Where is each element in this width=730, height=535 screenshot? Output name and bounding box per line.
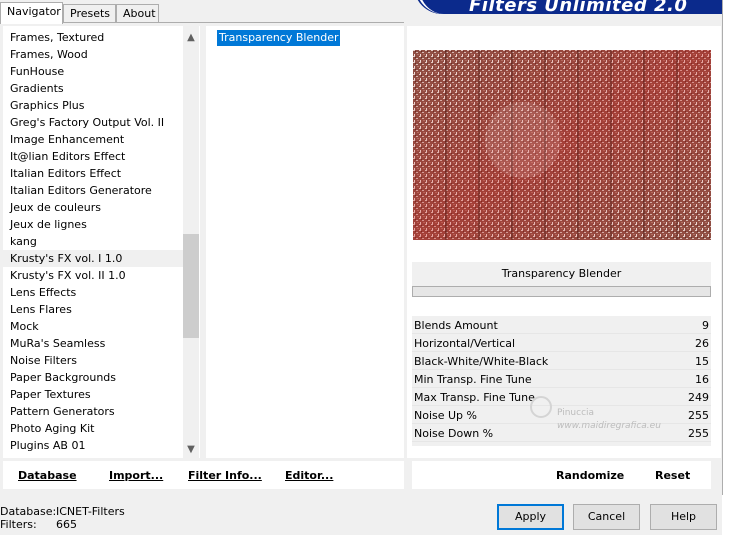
filter-item-selected[interactable]: Transparency Blender <box>217 30 341 46</box>
category-item[interactable]: Italian Editors Effect <box>3 165 183 182</box>
import-button[interactable]: Import... <box>109 469 163 482</box>
parameter-label: Noise Up % <box>414 409 477 422</box>
category-item[interactable]: Mock <box>3 318 183 335</box>
scroll-up-icon[interactable]: ▲ <box>183 29 199 46</box>
category-item[interactable]: Jeux de couleurs <box>3 199 183 216</box>
status-filters-label: Filters: <box>0 518 37 531</box>
category-item[interactable]: Frames, Wood <box>3 46 183 63</box>
category-item[interactable]: Noise Filters <box>3 352 183 369</box>
status-database-label: Database: <box>0 505 57 518</box>
parameter-value[interactable]: 255 <box>688 407 709 424</box>
parameter-row[interactable]: Blends Amount 9 <box>412 317 711 334</box>
parameter-value[interactable]: 16 <box>695 371 709 388</box>
scroll-down-icon[interactable]: ▼ <box>183 441 199 458</box>
editor-button[interactable]: Editor... <box>285 469 333 482</box>
filter-info-button[interactable]: Filter Info... <box>188 469 262 482</box>
watermark-name: Pinuccia <box>557 408 595 418</box>
category-item[interactable]: Image Enhancement <box>3 131 183 148</box>
category-item[interactable]: Lens Effects <box>3 284 183 301</box>
parameter-label: Blends Amount <box>414 319 498 332</box>
scroll-thumb[interactable] <box>183 234 199 338</box>
randomize-button[interactable]: Randomize <box>556 469 624 482</box>
category-item[interactable]: Krusty's FX vol. I 1.0 <box>3 250 183 267</box>
category-item[interactable]: Paper Backgrounds <box>3 369 183 386</box>
category-item[interactable]: Graphics Plus <box>3 97 183 114</box>
database-button[interactable]: Database <box>18 469 77 482</box>
parameter-value[interactable]: 15 <box>695 353 709 370</box>
help-button[interactable]: Help <box>650 504 717 530</box>
category-item[interactable]: Photo Aging Kit <box>3 420 183 437</box>
cancel-button[interactable]: Cancel <box>573 504 640 530</box>
window-edge-line <box>722 0 723 495</box>
parameter-value[interactable]: 26 <box>695 335 709 352</box>
category-item[interactable]: It@lian Editors Effect <box>3 148 183 165</box>
preview-image <box>413 50 711 240</box>
category-item[interactable]: MuRa's Seamless <box>3 335 183 352</box>
category-item[interactable]: Gradients <box>3 80 183 97</box>
category-item[interactable]: kang <box>3 233 183 250</box>
watermark-logo-icon <box>530 396 552 418</box>
watermark-url: www.maidiregrafica.eu <box>557 421 661 431</box>
parameter-label: Max Transp. Fine Tune <box>414 391 535 404</box>
category-item[interactable]: Frames, Textured <box>3 29 183 46</box>
parameter-row[interactable]: Max Transp. Fine Tune 249 <box>412 389 711 406</box>
preview-texture <box>413 50 711 240</box>
category-list[interactable]: Frames, Textured Frames, Wood FunHouse Grad… <box>3 26 200 458</box>
category-item[interactable]: Plugins AB 01 <box>3 437 183 454</box>
tab-about[interactable]: About <box>116 4 159 23</box>
parameter-row[interactable]: Min Transp. Fine Tune 16 <box>412 371 711 388</box>
parameter-label: Min Transp. Fine Tune <box>414 373 532 386</box>
category-item[interactable]: FunHouse <box>3 63 183 80</box>
app-logo: Filters Unlimited 2.0 <box>416 0 730 14</box>
parameter-value[interactable]: 255 <box>688 425 709 442</box>
parameter-value[interactable]: 9 <box>702 317 709 334</box>
reset-button[interactable]: Reset <box>655 469 690 482</box>
category-item[interactable]: Jeux de lignes <box>3 216 183 233</box>
logo-text: Filters Unlimited 2.0 <box>469 0 688 14</box>
status-database: Database: <box>0 505 56 518</box>
parameter-label: Black-White/White-Black <box>414 355 549 368</box>
parameter-value[interactable]: 249 <box>688 389 709 406</box>
progress-bar <box>412 286 711 297</box>
parameter-label: Noise Down % <box>414 427 494 440</box>
apply-button[interactable]: Apply <box>497 504 564 530</box>
filter-title: Transparency Blender <box>412 262 711 286</box>
category-item[interactable]: Paper Textures <box>3 386 183 403</box>
category-scrollbar[interactable]: ▲ ▼ <box>183 26 199 458</box>
status-database-value: ICNET-Filters <box>56 505 125 518</box>
tab-navigator[interactable]: Navigator <box>0 2 63 24</box>
parameter-row[interactable]: Black-White/White-Black 15 <box>412 353 711 370</box>
status-filters-value: 665 <box>56 518 77 531</box>
window-edge <box>722 0 730 535</box>
tab-presets[interactable]: Presets <box>63 4 116 23</box>
right-action-bar: Randomize Reset <box>412 461 711 489</box>
filter-list[interactable]: Transparency Blender <box>206 26 404 458</box>
category-item[interactable]: Pattern Generators <box>3 403 183 420</box>
category-item[interactable]: Greg's Factory Output Vol. II <box>3 114 183 131</box>
category-item[interactable]: Italian Editors Generatore <box>3 182 183 199</box>
left-action-bar: Database Import... Filter Info... Editor… <box>3 461 404 489</box>
parameter-row[interactable]: Horizontal/Vertical 26 <box>412 335 711 352</box>
parameter-label: Horizontal/Vertical <box>414 337 516 350</box>
category-item[interactable]: Lens Flares <box>3 301 183 318</box>
category-item[interactable]: Krusty's FX vol. II 1.0 <box>3 267 183 284</box>
